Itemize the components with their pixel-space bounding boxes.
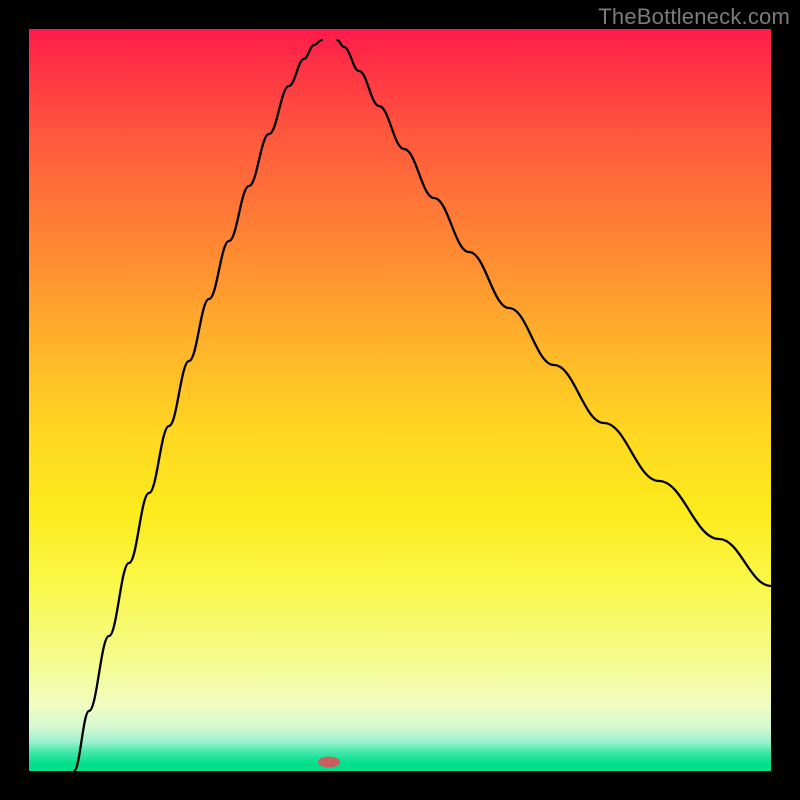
minimum-marker	[318, 757, 340, 768]
curve-layer	[29, 29, 771, 771]
watermark-label: TheBottleneck.com	[598, 4, 790, 30]
curve-right	[337, 40, 771, 586]
plot-area	[29, 29, 771, 771]
chart-frame: TheBottleneck.com	[0, 0, 800, 800]
curve-left	[74, 40, 322, 771]
